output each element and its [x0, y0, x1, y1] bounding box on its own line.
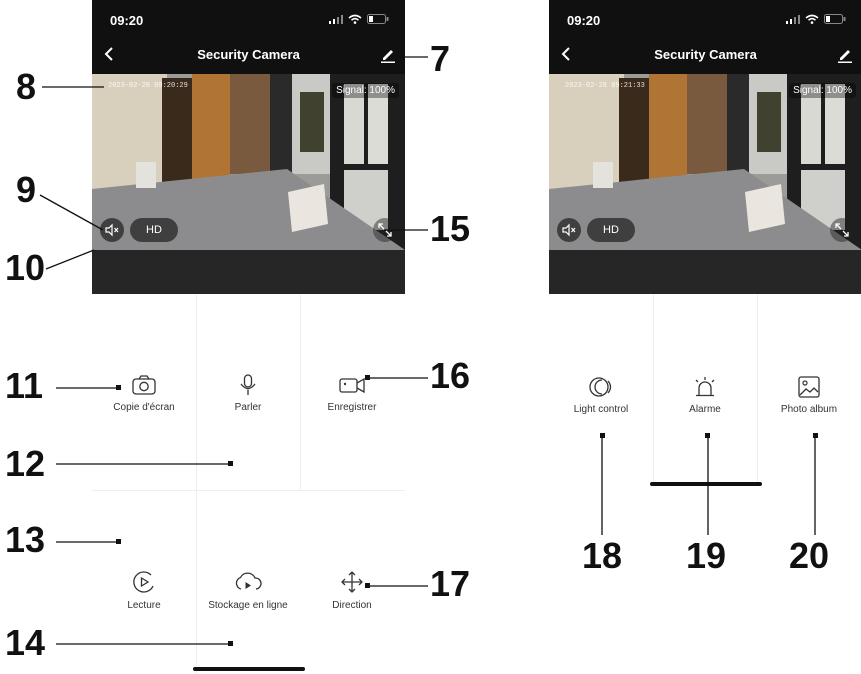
- eye-icon: [589, 377, 612, 397]
- callout-14: 14: [5, 622, 46, 663]
- light-control-button[interactable]: Light control: [549, 376, 653, 415]
- callout-11: 11: [5, 365, 44, 406]
- callout-7: 7: [430, 38, 451, 79]
- callout-17: 17: [430, 563, 471, 604]
- record-label: Enregistrer: [327, 402, 377, 413]
- callout-19: 19: [686, 535, 727, 576]
- callout-8: 8: [16, 66, 37, 107]
- battery-icon: [367, 14, 389, 24]
- callout-9: 9: [16, 169, 37, 210]
- edit-pencil-icon[interactable]: [379, 46, 397, 64]
- phone-screen-left: 09:20 Security Camera 2023-02-28 09:20:2…: [92, 0, 405, 674]
- control-panel: Copie d'écran Parler Enregistrer Lecture…: [92, 294, 405, 674]
- photo-album-button[interactable]: Photo album: [757, 376, 861, 415]
- hd-quality-button[interactable]: HD: [130, 218, 178, 242]
- status-time: 09:20: [110, 13, 144, 28]
- camera-icon: [132, 375, 156, 395]
- record-button[interactable]: Enregistrer: [300, 374, 404, 413]
- cloud-storage-button[interactable]: Stockage en ligne: [196, 570, 300, 611]
- microphone-icon: [240, 374, 256, 395]
- screenshot-label: Copie d'écran: [113, 402, 175, 413]
- siren-icon: [695, 377, 715, 397]
- expand-icon: [378, 223, 392, 237]
- signal-strength-label: Signal: 100%: [332, 83, 399, 98]
- play-icon: [133, 571, 154, 593]
- callout-13: 13: [5, 519, 46, 560]
- edit-pencil-icon[interactable]: [836, 46, 854, 64]
- light-control-label: Light control: [573, 404, 629, 415]
- video-timestamp: 2023-02-28 09:20:29: [108, 82, 188, 90]
- hd-quality-button[interactable]: HD: [587, 218, 635, 242]
- fullscreen-button[interactable]: [830, 218, 854, 242]
- speaker-muted-icon: [562, 223, 576, 237]
- grid-divider: [196, 294, 197, 674]
- wifi-icon: [805, 14, 819, 24]
- status-icons: [786, 14, 846, 24]
- camera-video-feed[interactable]: 2023-02-28 09:21:33 Signal: 100% HD: [549, 74, 861, 250]
- status-time: 09:20: [567, 13, 601, 28]
- playback-label: Lecture: [127, 600, 161, 611]
- callout-10: 10: [5, 247, 46, 288]
- page-title: Security Camera: [654, 47, 757, 62]
- direction-button[interactable]: Direction: [300, 570, 404, 611]
- cell-signal-icon: [329, 14, 343, 24]
- speaker-muted-icon: [105, 223, 119, 237]
- camera-video-feed[interactable]: 2023-02-28 09:20:29 Signal: 100% HD: [92, 74, 405, 250]
- battery-icon: [824, 14, 846, 24]
- signal-strength-label: Signal: 100%: [789, 83, 856, 98]
- home-indicator[interactable]: [193, 667, 305, 671]
- cloud-storage-label: Stockage en ligne: [208, 600, 288, 611]
- video-status-strip: [92, 250, 405, 294]
- cell-signal-icon: [786, 14, 800, 24]
- callout-20: 20: [789, 535, 830, 576]
- status-icons: [329, 14, 389, 24]
- image-icon: [798, 376, 820, 398]
- playback-button[interactable]: Lecture: [92, 570, 196, 611]
- grid-divider: [92, 490, 405, 491]
- talk-label: Parler: [234, 402, 262, 413]
- callout-16: 16: [430, 355, 471, 396]
- video-status-strip: [549, 250, 861, 294]
- move-arrows-icon: [341, 571, 363, 593]
- page-title: Security Camera: [197, 47, 300, 62]
- callout-15: 15: [430, 208, 471, 249]
- expand-icon: [835, 223, 849, 237]
- alarm-button[interactable]: Alarme: [653, 376, 757, 415]
- photo-album-label: Photo album: [780, 404, 838, 415]
- screenshot-button[interactable]: Copie d'écran: [92, 374, 196, 413]
- video-record-icon: [339, 377, 365, 394]
- top-bar: 09:20 Security Camera: [92, 0, 405, 74]
- cloud-play-icon: [235, 572, 262, 590]
- mute-button[interactable]: [100, 218, 124, 242]
- home-indicator[interactable]: [650, 482, 762, 486]
- callout-18: 18: [582, 535, 623, 576]
- alarm-label: Alarme: [689, 404, 721, 415]
- mute-button[interactable]: [557, 218, 581, 242]
- talk-button[interactable]: Parler: [196, 374, 300, 413]
- direction-label: Direction: [332, 600, 372, 611]
- wifi-icon: [348, 14, 362, 24]
- video-timestamp: 2023-02-28 09:21:33: [565, 82, 645, 90]
- callout-12: 12: [5, 443, 46, 484]
- fullscreen-button[interactable]: [373, 218, 397, 242]
- top-bar: 09:20 Security Camera: [549, 0, 861, 74]
